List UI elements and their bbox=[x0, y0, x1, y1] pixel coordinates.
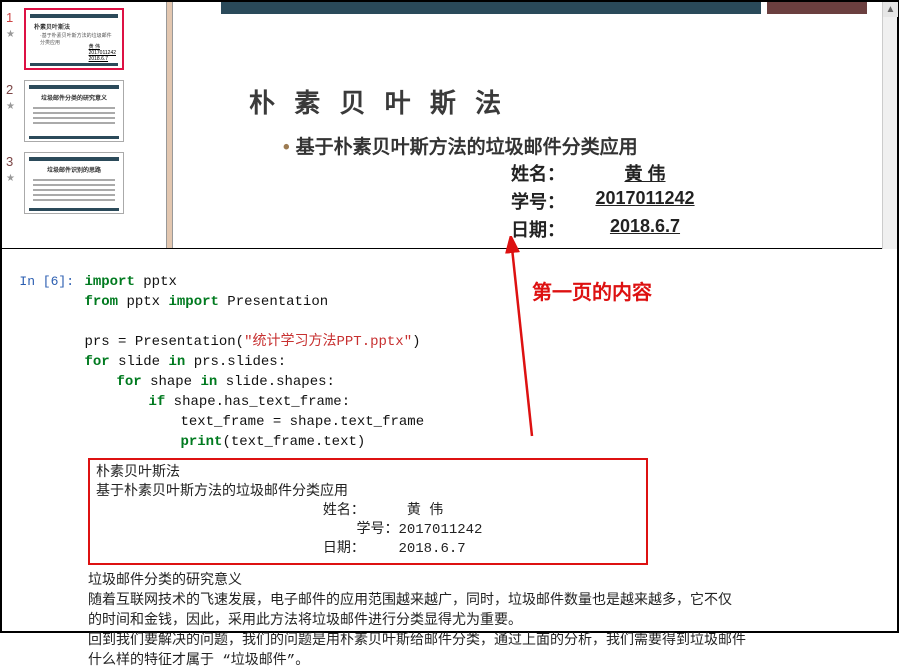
slide-info-table: 姓名： 黄 伟 学号： 2017011242 日期： 2018.6.7 bbox=[475, 160, 725, 244]
out-line-1: 朴素贝叶斯法 bbox=[96, 464, 640, 483]
slide-title: 朴 素 贝 叶 斯 法 bbox=[249, 83, 507, 120]
out-line-4: 学号：2017011242 bbox=[96, 521, 640, 540]
thumb-number-3: 3★ bbox=[6, 152, 24, 214]
thumb1-title: 朴素贝叶斯法 bbox=[34, 22, 114, 31]
figure-frame: 1★ 朴素贝叶斯法 ·基于朴素贝叶斯方法的垃圾邮件分类应用 黄 伟2017011… bbox=[0, 0, 899, 633]
ppt-window: 1★ 朴素贝叶斯法 ·基于朴素贝叶斯方法的垃圾邮件分类应用 黄 伟2017011… bbox=[2, 2, 897, 249]
slide-accent-bar-2 bbox=[767, 2, 867, 14]
thumb3-title: 垃圾邮件识别的思路 bbox=[33, 165, 115, 174]
bullet-icon: • bbox=[283, 137, 290, 158]
slide-accent-bar-1 bbox=[221, 2, 761, 14]
out-line-5: 日期： 2018.6.7 bbox=[96, 540, 640, 559]
thumb2-title: 垃圾邮件分类的研究意义 bbox=[33, 93, 115, 102]
panel-divider[interactable] bbox=[166, 2, 173, 248]
id-label: 学号： bbox=[475, 188, 565, 214]
slide-thumb-2[interactable]: 垃圾邮件分类的研究意义 bbox=[24, 80, 124, 142]
slide-canvas: 朴 素 贝 叶 斯 法 •基于朴素贝叶斯方法的垃圾邮件分类应用 姓名： 黄 伟 … bbox=[205, 2, 897, 248]
slide-thumbnail-panel: 1★ 朴素贝叶斯法 ·基于朴素贝叶斯方法的垃圾邮件分类应用 黄 伟2017011… bbox=[2, 2, 166, 248]
thumb-number-1: 1★ bbox=[6, 8, 24, 70]
date-value: 2018.6.7 bbox=[565, 216, 725, 242]
slide-thumb-3[interactable]: 垃圾邮件识别的思路 bbox=[24, 152, 124, 214]
output-highlight-box: 朴素贝叶斯法 基于朴素贝叶斯方法的垃圾邮件分类应用 姓名： 黄 伟 学号：201… bbox=[88, 458, 648, 565]
slide-thumb-1[interactable]: 朴素贝叶斯法 ·基于朴素贝叶斯方法的垃圾邮件分类应用 黄 伟2017011242… bbox=[24, 8, 124, 70]
date-label: 日期： bbox=[475, 216, 565, 242]
scroll-up-icon[interactable]: ▲ bbox=[883, 2, 898, 17]
out-line-3: 姓名： 黄 伟 bbox=[96, 502, 640, 521]
output-rest: 垃圾邮件分类的研究意义 随着互联网技术的飞速发展，电子邮件的应用范围越来越广，同… bbox=[88, 567, 891, 671]
name-value: 黄 伟 bbox=[565, 160, 725, 186]
name-label: 姓名： bbox=[475, 160, 565, 186]
vertical-scrollbar[interactable]: ▲ bbox=[882, 2, 897, 249]
jupyter-cell: In [6]: import pptx from pptx import Pre… bbox=[8, 262, 891, 671]
slide-editor-area[interactable]: 朴 素 贝 叶 斯 法 •基于朴素贝叶斯方法的垃圾邮件分类应用 姓名： 黄 伟 … bbox=[173, 2, 897, 248]
code-block[interactable]: import pptx from pptx import Presentatio… bbox=[84, 262, 874, 458]
thumb-number-2: 2★ bbox=[6, 80, 24, 142]
out-line-2: 基于朴素贝叶斯方法的垃圾邮件分类应用 bbox=[96, 483, 640, 502]
id-value: 2017011242 bbox=[565, 188, 725, 214]
slide-subtitle: •基于朴素贝叶斯方法的垃圾邮件分类应用 bbox=[283, 132, 638, 159]
input-prompt: In [6]: bbox=[8, 262, 74, 289]
